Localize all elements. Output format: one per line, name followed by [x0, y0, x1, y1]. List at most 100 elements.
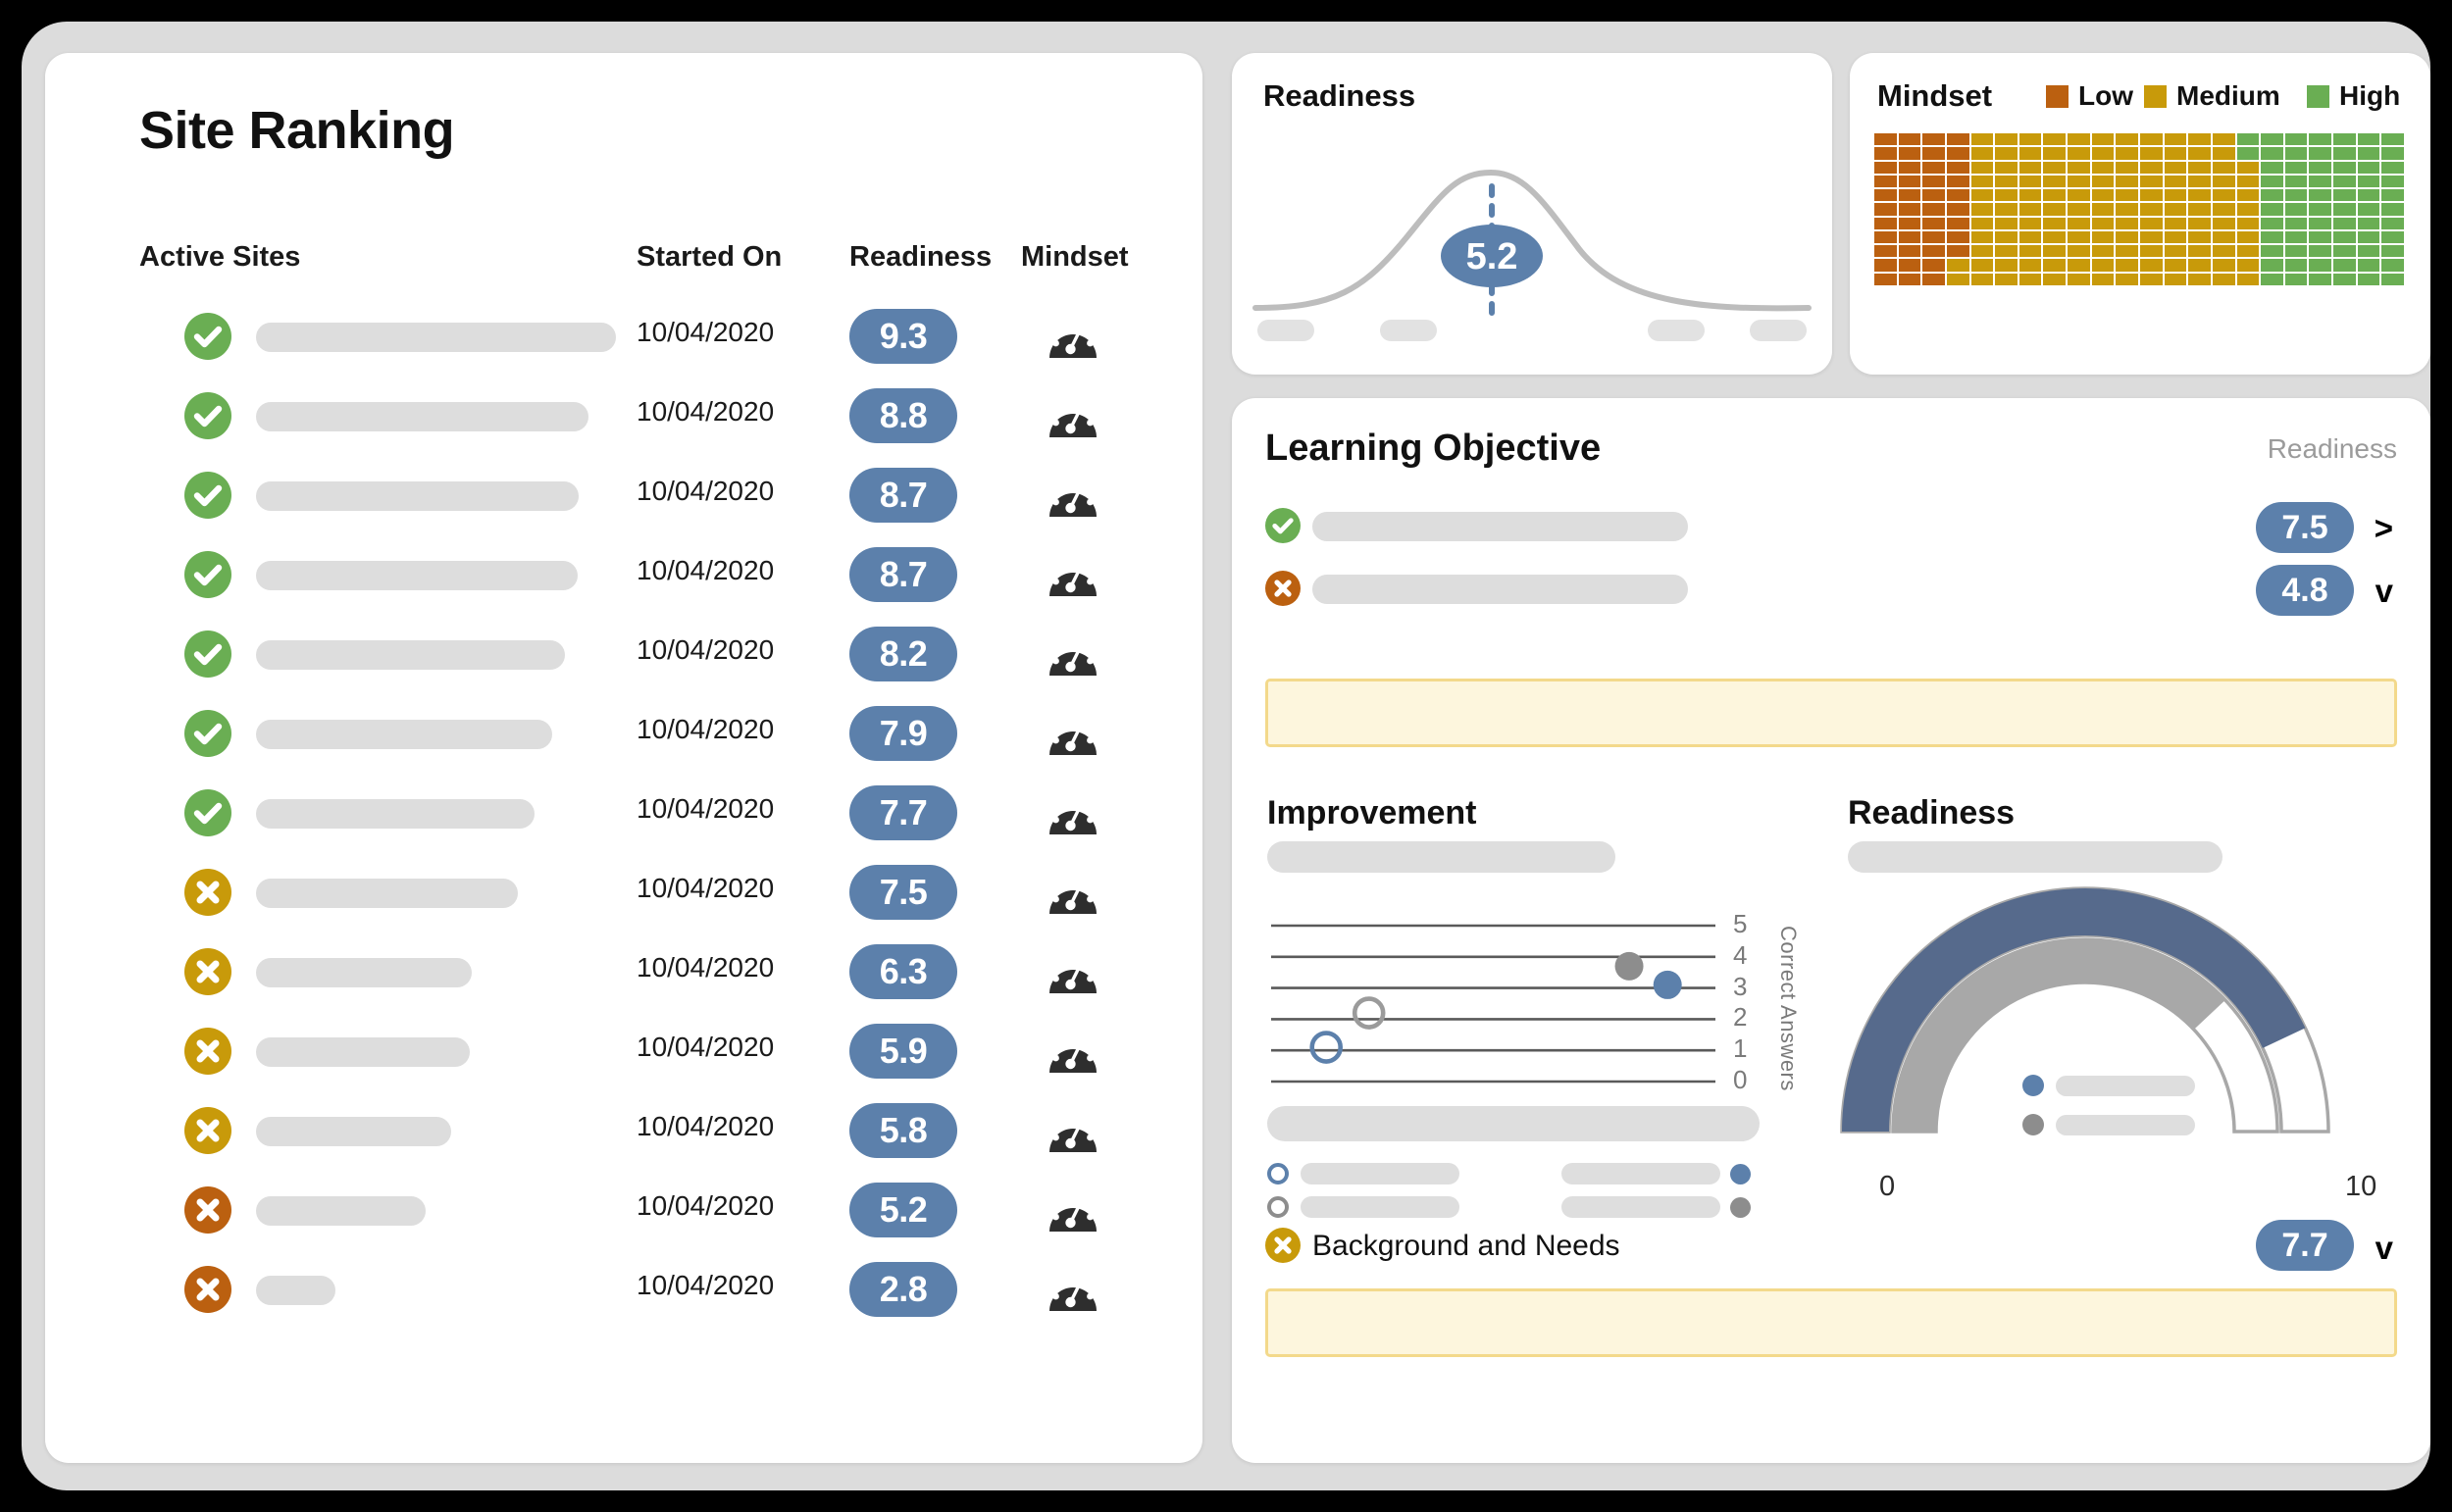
heatmap-cell — [2236, 217, 2260, 229]
heatmap-cell — [1970, 147, 1994, 160]
gauge-min-label: 0 — [1879, 1171, 1896, 1202]
table-row[interactable]: 10/04/2020 8.7 — [45, 468, 1202, 527]
heatmap-cell — [1946, 217, 1969, 229]
heatmap-cell — [2164, 161, 2187, 174]
heatmap-cell — [2236, 161, 2260, 174]
heatmap-cell — [2068, 259, 2090, 272]
objective-readiness-pill: 7.5 — [2256, 502, 2354, 553]
heatmap-cell — [2188, 161, 2211, 174]
background-and-needs-row[interactable]: Background and Needs 7.7 v — [1265, 1220, 2401, 1271]
y-tick-label: 1 — [1733, 1033, 1748, 1064]
heatmap-cell — [1970, 203, 1994, 216]
learning-objective-title: Learning Objective — [1265, 428, 1602, 469]
heatmap-cell — [2043, 217, 2067, 229]
heatmap-cell — [1922, 175, 1945, 188]
heatmap-cell — [2116, 259, 2138, 272]
learning-objective-row[interactable]: 4.8 v — [1265, 565, 2401, 618]
heatmap-cell — [2164, 147, 2187, 160]
table-row[interactable]: 10/04/2020 7.5 — [45, 865, 1202, 924]
learning-objective-note-box[interactable] — [1265, 679, 2397, 747]
heatmap-cell — [2018, 147, 2042, 160]
table-row[interactable]: 10/04/2020 8.2 — [45, 627, 1202, 685]
heatmap-cell — [2164, 230, 2187, 244]
heatmap-cell — [1874, 175, 1897, 188]
heatmap-cell — [1995, 217, 2018, 229]
site-name-placeholder — [256, 402, 589, 431]
legend-item-high: High — [2307, 80, 2400, 112]
heatmap-cell — [2236, 189, 2260, 202]
table-row[interactable]: 10/04/2020 5.2 — [45, 1183, 1202, 1241]
check-circle-icon — [184, 551, 231, 598]
heatmap-cell — [2164, 189, 2187, 202]
heatmap-cell — [2212, 230, 2235, 244]
heatmap-cell — [2236, 230, 2260, 244]
heatmap-cell — [2381, 259, 2404, 272]
started-on-value: 10/04/2020 — [637, 952, 775, 983]
heatmap-cell — [1970, 189, 1994, 202]
heatmap-cell — [2043, 273, 2067, 285]
site-name-placeholder — [256, 879, 518, 908]
table-row[interactable]: 10/04/2020 5.8 — [45, 1103, 1202, 1162]
site-name-placeholder — [256, 323, 616, 352]
data-point-gray-hollow — [1352, 996, 1386, 1030]
heatmap-cell — [2068, 161, 2090, 174]
heatmap-cell — [1995, 245, 2018, 258]
started-on-value: 10/04/2020 — [637, 555, 775, 585]
started-on-value: 10/04/2020 — [637, 317, 775, 347]
heatmap-cell — [2333, 245, 2356, 258]
heatmap-cell — [2284, 203, 2308, 216]
heatmap-cell — [2357, 245, 2380, 258]
chevron-right-icon[interactable]: > — [2375, 510, 2393, 547]
site-name-placeholder — [256, 1276, 336, 1305]
table-row[interactable]: 10/04/2020 7.7 — [45, 785, 1202, 844]
table-row[interactable]: 10/04/2020 5.9 — [45, 1024, 1202, 1083]
table-row[interactable]: 10/04/2020 6.3 — [45, 944, 1202, 1003]
table-row[interactable]: 10/04/2020 9.3 — [45, 309, 1202, 368]
heatmap-cell — [2043, 161, 2067, 174]
heatmap-cell — [2068, 245, 2090, 258]
improvement-subtitle-placeholder — [1267, 841, 1615, 873]
table-row[interactable]: 10/04/2020 7.9 — [45, 706, 1202, 765]
check-circle-icon — [184, 313, 231, 360]
heatmap-cell — [2116, 147, 2138, 160]
heatmap-cell — [2381, 203, 2404, 216]
heatmap-cell — [2333, 203, 2356, 216]
readiness-pill: 8.7 — [849, 468, 957, 523]
heatmap-cell — [2043, 259, 2067, 272]
table-row[interactable]: 10/04/2020 8.8 — [45, 388, 1202, 447]
table-row[interactable]: 10/04/2020 2.8 — [45, 1262, 1202, 1321]
heatmap-cell — [1898, 245, 1921, 258]
heatmap-cell — [1995, 230, 2018, 244]
background-and-needs-note-box[interactable] — [1265, 1288, 2397, 1357]
heatmap-cell — [2333, 230, 2356, 244]
speedometer-icon — [1047, 950, 1098, 995]
started-on-value: 10/04/2020 — [637, 1270, 775, 1300]
objective-readiness-pill: 4.8 — [2256, 565, 2354, 616]
heatmap-cell — [1874, 161, 1897, 174]
heatmap-cell — [1922, 245, 1945, 258]
heatmap-cell — [2357, 259, 2380, 272]
x-circle-icon — [1265, 571, 1301, 606]
heatmap-cell — [2188, 189, 2211, 202]
heatmap-cell — [2140, 189, 2163, 202]
heatmap-cell — [2018, 273, 2042, 285]
heatmap-cell — [2116, 133, 2138, 146]
chevron-down-icon[interactable]: v — [2375, 573, 2393, 610]
chevron-down-icon[interactable]: v — [2375, 1230, 2393, 1267]
heatmap-cell — [2236, 133, 2260, 146]
heatmap-cell — [2188, 147, 2211, 160]
site-name-placeholder — [256, 1196, 426, 1226]
heatmap-cell — [1995, 273, 2018, 285]
heatmap-cell — [2212, 133, 2235, 146]
heatmap-cell — [1874, 217, 1897, 229]
heatmap-cell — [2261, 175, 2283, 188]
background-and-needs-readiness-pill: 7.7 — [2256, 1220, 2354, 1271]
table-row[interactable]: 10/04/2020 8.7 — [45, 547, 1202, 606]
readiness-pill: 5.2 — [849, 1183, 957, 1237]
heatmap-cell — [2091, 203, 2115, 216]
readiness-pill: 5.8 — [849, 1103, 957, 1158]
heatmap-cell — [2309, 161, 2332, 174]
check-circle-icon — [184, 630, 231, 678]
learning-objective-row[interactable]: 7.5 > — [1265, 502, 2401, 555]
heatmap-cell — [1898, 273, 1921, 285]
